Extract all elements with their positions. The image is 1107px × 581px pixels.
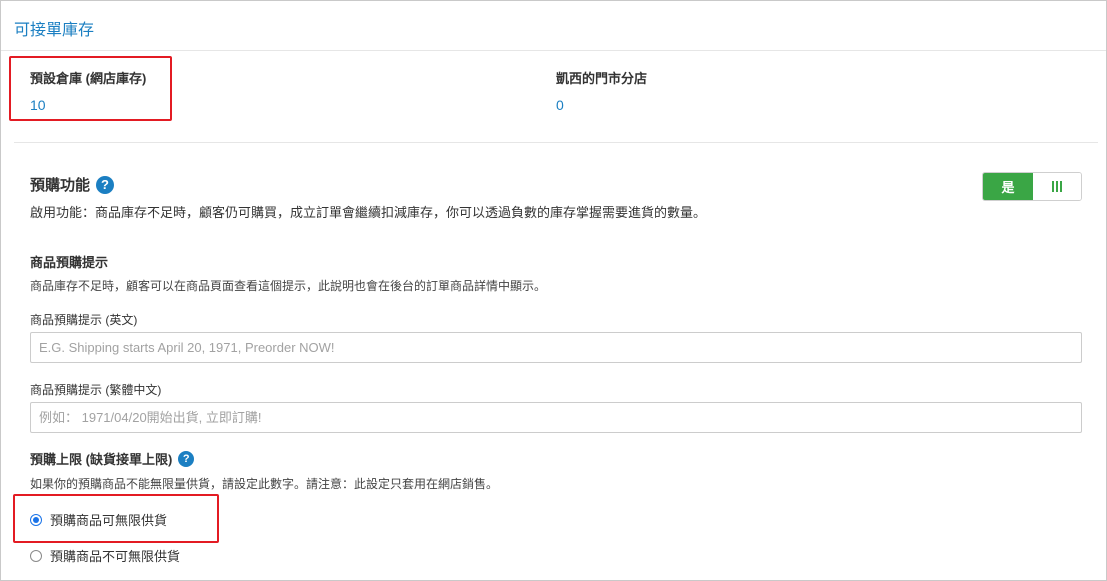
help-icon[interactable]: ? [178, 450, 195, 467]
stock-store-branch: 凱西的門市分店 0 [556, 68, 647, 113]
panel-header: 可接單庫存 [1, 1, 1106, 51]
hint-en-input[interactable] [30, 332, 1082, 363]
limit-title: 預購上限 (缺貨接單上限) ? [30, 449, 195, 468]
radio-label[interactable]: 預購商品不可無限供貨 [50, 546, 180, 565]
limit-title-text: 預購上限 (缺貨接單上限) [30, 452, 173, 467]
hint-zh-label: 商品預購提示 (繁體中文) [30, 383, 162, 397]
hint-title: 商品預購提示 [30, 255, 109, 270]
panel-title: 可接單庫存 [14, 22, 95, 39]
preorder-toggle[interactable]: 是 [982, 172, 1082, 201]
grip-icon [1052, 181, 1062, 192]
stock-quantity[interactable]: 0 [556, 97, 647, 113]
hint-zh-input[interactable] [30, 402, 1082, 433]
radio-unchecked-icon[interactable] [30, 549, 42, 562]
radio-limited-supply[interactable]: 預購商品不可無限供貨 [30, 546, 180, 565]
limit-description: 如果你的預購商品不能無限量供貨，請設定此數字。請注意：此設定只套用在網店銷售。 [30, 477, 499, 491]
help-icon[interactable]: ? [96, 175, 115, 194]
highlight-box-option [13, 494, 219, 543]
hint-description: 商品庫存不足時，顧客可以在商品頁面查看這個提示，此說明也會在後台的訂單商品詳情中… [30, 279, 547, 293]
preorder-description: 啟用功能：商品庫存不足時，顧客仍可購買，成立訂單會繼續扣減庫存，你可以透過負數的… [30, 205, 707, 220]
preorder-title: 預購功能 ? [30, 174, 115, 195]
hint-en-label: 商品預購提示 (英文) [30, 313, 138, 327]
toggle-on-label[interactable]: 是 [983, 173, 1033, 200]
inventory-panel: 可接單庫存 預設倉庫 (網店庫存) 10 凱西的門市分店 0 預購功能 ? 啟用… [0, 0, 1107, 581]
toggle-handle[interactable] [1033, 173, 1081, 200]
stock-name: 凱西的門市分店 [556, 71, 648, 86]
section-divider [14, 142, 1098, 143]
preorder-title-text: 預購功能 [30, 177, 91, 194]
highlight-box-warehouse [9, 56, 172, 121]
